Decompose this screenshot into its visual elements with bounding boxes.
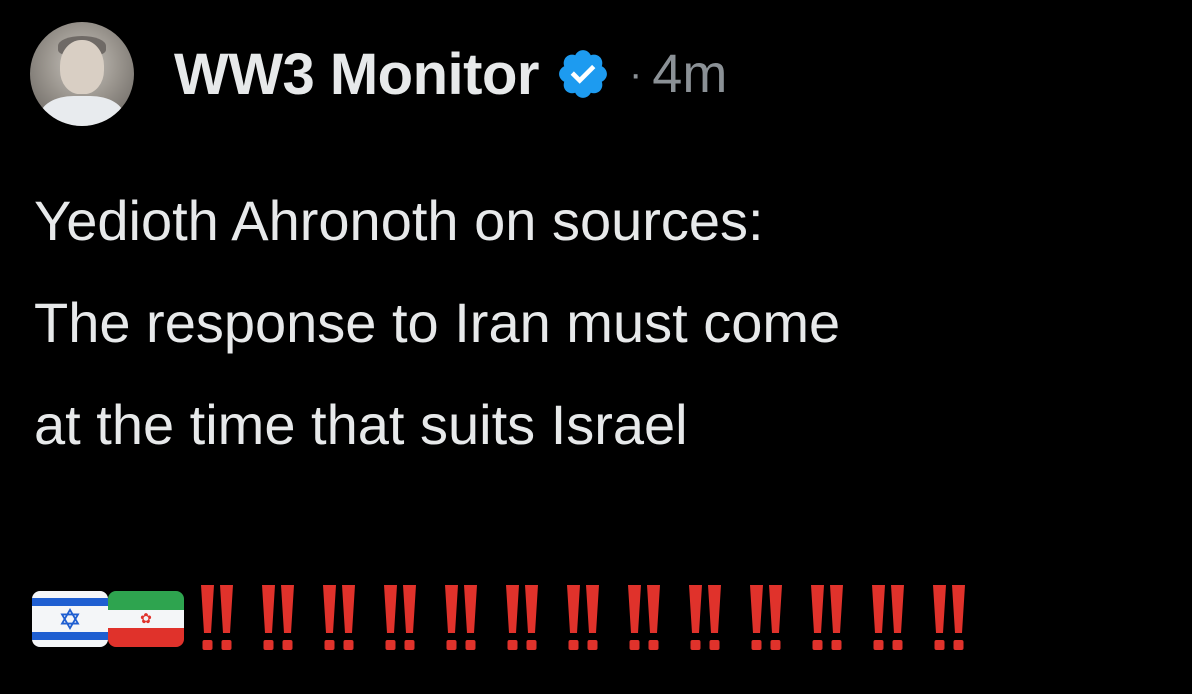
flag-iran-icon: ✿ (108, 591, 184, 647)
post-text-line: Yedioth Ahronoth on sources: (34, 189, 764, 252)
avatar[interactable] (30, 22, 134, 126)
double-exclamation-icon (323, 585, 355, 650)
separator-dot: · (628, 51, 643, 96)
author-name[interactable]: WW3 Monitor (174, 41, 539, 108)
double-exclamation-icon (628, 585, 660, 650)
double-exclamation-icon (689, 585, 721, 650)
post-header: WW3 Monitor · 4m (30, 22, 727, 126)
post-card[interactable]: WW3 Monitor · 4m Yedioth Ahronoth on sou… (0, 0, 1192, 694)
double-exclamation-icon (933, 585, 965, 650)
post-timestamp[interactable]: 4m (652, 43, 727, 105)
double-exclamation-icon (384, 585, 416, 650)
double-exclamation-icon (872, 585, 904, 650)
double-exclamation-icon (262, 585, 294, 650)
avatar-face (60, 40, 104, 94)
double-exclamation-icon (811, 585, 843, 650)
double-exclamation-icon (445, 585, 477, 650)
post-text-line: The response to Iran must come (34, 291, 841, 354)
double-exclamation-icon (506, 585, 538, 650)
double-exclamation-icon (750, 585, 782, 650)
iran-emblem-icon: ✿ (140, 611, 152, 627)
flag-israel-icon (32, 591, 108, 647)
post-text: Yedioth Ahronoth on sources: The respons… (34, 170, 1174, 476)
double-exclamation-group (198, 583, 991, 655)
double-exclamation-icon (567, 585, 599, 650)
double-exclamation-icon (201, 585, 233, 650)
emoji-row: ✿ (32, 582, 991, 656)
post-text-line: at the time that suits Israel (34, 393, 688, 456)
star-of-david-icon (60, 608, 80, 630)
verified-badge-icon[interactable] (555, 46, 611, 102)
avatar-shirt (40, 96, 124, 126)
